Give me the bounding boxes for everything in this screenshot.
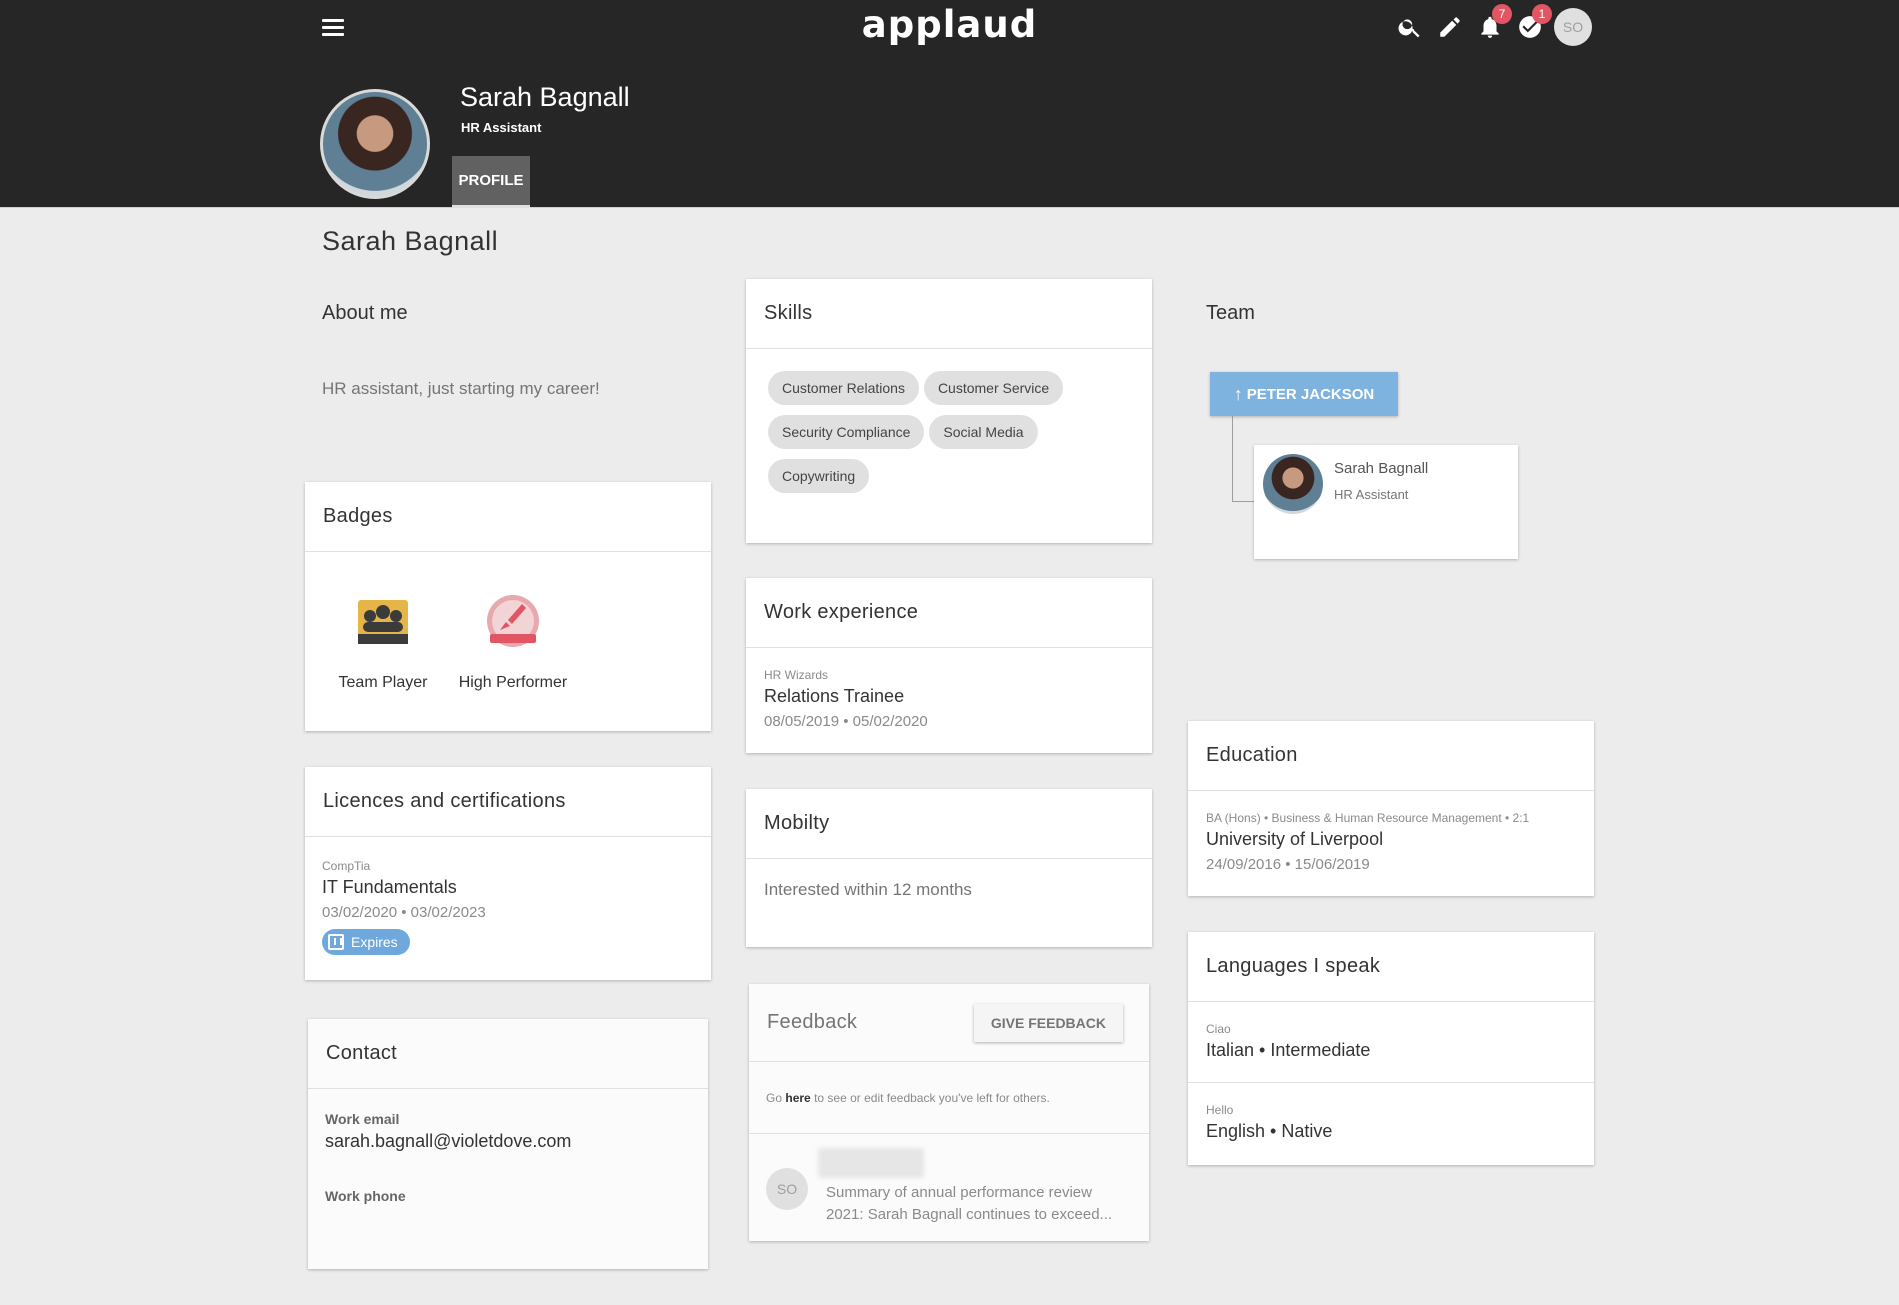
skills-card: Skills Customer Relations Customer Servic… bbox=[746, 279, 1152, 543]
mobility-card: Mobilty Interested within 12 months bbox=[746, 789, 1152, 947]
about-me-text: HR assistant, just starting my career! bbox=[322, 379, 600, 398]
work-experience-card: Work experience HR Wizards Relations Tra… bbox=[746, 578, 1152, 753]
expires-label: Expires bbox=[351, 934, 398, 950]
language-name: Italian • Intermediate bbox=[1206, 1040, 1371, 1060]
work-position: Relations Trainee bbox=[764, 686, 905, 706]
profile-header: applaud 7 1 SO Sarah Bagnall HR Assistan… bbox=[0, 0, 1899, 208]
education-school: University of Liverpool bbox=[1206, 829, 1384, 849]
about-me-title: About me bbox=[322, 302, 408, 324]
language-item: Ciao Italian • Intermediate bbox=[1188, 1002, 1594, 1083]
licences-title: Licences and certifications bbox=[305, 767, 711, 837]
work-experience-title: Work experience bbox=[746, 578, 1152, 648]
high-performer-badge-icon bbox=[487, 595, 539, 647]
work-email-label: Work email bbox=[325, 1111, 400, 1127]
languages-title: Languages I speak bbox=[1188, 932, 1594, 1002]
education-dates: 24/09/2016 • 15/06/2019 bbox=[1206, 856, 1370, 873]
team-tree-line bbox=[1232, 501, 1254, 502]
feedback-summary-line1: Summary of annual performance review bbox=[826, 1184, 1092, 1201]
header-actions: 7 1 SO bbox=[1390, 4, 1592, 46]
notifications-count-badge: 7 bbox=[1492, 4, 1512, 24]
licence-dates: 03/02/2020 • 03/02/2023 bbox=[322, 904, 486, 921]
team-player-badge-icon bbox=[358, 600, 408, 644]
team-member-name: Sarah Bagnall bbox=[1334, 460, 1429, 477]
team-member-avatar bbox=[1263, 454, 1323, 514]
skills-chip-list: Customer Relations Customer Service Securi… bbox=[746, 349, 1086, 503]
expires-pill[interactable]: Expires bbox=[322, 929, 410, 955]
work-dates: 08/05/2019 • 05/02/2020 bbox=[764, 713, 928, 730]
profile-photo bbox=[320, 89, 430, 199]
user-avatar[interactable]: SO bbox=[1554, 8, 1592, 46]
skill-chip[interactable]: Customer Relations bbox=[768, 371, 919, 405]
skill-chip[interactable]: Copywriting bbox=[768, 459, 870, 493]
arrow-up-icon: ↑ bbox=[1233, 383, 1243, 404]
language-name: English • Native bbox=[1206, 1121, 1333, 1141]
mobility-title: Mobilty bbox=[746, 789, 1152, 859]
skill-chip[interactable]: Customer Service bbox=[923, 371, 1064, 405]
badge-label: Team Player bbox=[338, 674, 428, 691]
feedback-blurred-author bbox=[818, 1148, 924, 1178]
licence-issuer: CompTia bbox=[322, 859, 371, 873]
badges-title: Badges bbox=[305, 482, 711, 552]
feedback-hint-suffix: to see or edit feedback you've left for … bbox=[814, 1090, 1050, 1105]
team-title: Team bbox=[1206, 302, 1255, 324]
licence-name: IT Fundamentals bbox=[322, 877, 457, 897]
education-degree: BA (Hons) • Business & Human Resource Ma… bbox=[1206, 811, 1530, 825]
team-member-card[interactable]: Sarah Bagnall HR Assistant bbox=[1254, 445, 1518, 559]
education-card: Education BA (Hons) • Business & Human R… bbox=[1188, 721, 1594, 896]
notifications-bell-icon[interactable]: 7 bbox=[1470, 4, 1512, 46]
feedback-entry[interactable]: SO Summary of annual performance review … bbox=[749, 1134, 1149, 1226]
tab-profile[interactable]: PROFILE bbox=[452, 156, 530, 208]
manager-name: PETER JACKSON bbox=[1246, 385, 1375, 403]
profile-name: Sarah Bagnall bbox=[460, 82, 630, 112]
work-company: HR Wizards bbox=[764, 668, 829, 682]
licence-entry: CompTia IT Fundamentals 03/02/2020 • 03/… bbox=[305, 837, 711, 955]
mobility-text: Interested within 12 months bbox=[764, 880, 972, 899]
badge-high-performer[interactable]: High Performer bbox=[458, 594, 568, 692]
work-email-value[interactable]: sarah.bagnall@violetdove.com bbox=[325, 1131, 691, 1152]
team-tree-line bbox=[1232, 416, 1233, 502]
edit-pencil-icon[interactable] bbox=[1430, 8, 1470, 46]
contact-title: Contact bbox=[308, 1019, 708, 1089]
calendar-icon bbox=[328, 934, 344, 950]
skill-chip[interactable]: Social Media bbox=[929, 415, 1038, 449]
contact-card: Contact Work email sarah.bagnall@violetd… bbox=[308, 1019, 708, 1269]
badges-card: Badges Team Player High Performer bbox=[305, 482, 711, 731]
feedback-summary-line2: 2021: Sarah Bagnall continues to exceed.… bbox=[826, 1206, 1113, 1223]
language-greeting: Hello bbox=[1206, 1103, 1234, 1117]
app-logo[interactable]: applaud bbox=[0, 0, 1899, 50]
feedback-hint: Go here to see or edit feedback you've l… bbox=[749, 1062, 1149, 1134]
work-phone-label: Work phone bbox=[325, 1188, 406, 1204]
language-greeting: Ciao bbox=[1206, 1022, 1231, 1036]
education-title: Education bbox=[1188, 721, 1594, 791]
language-item: Hello English • Native bbox=[1188, 1083, 1594, 1142]
team-member-role: HR Assistant bbox=[1334, 487, 1409, 502]
feedback-hint-prefix: Go bbox=[766, 1090, 783, 1105]
give-feedback-button[interactable]: GIVE FEEDBACK bbox=[973, 1004, 1123, 1042]
badge-label: High Performer bbox=[458, 674, 568, 691]
feedback-here-link[interactable]: here bbox=[785, 1091, 810, 1105]
languages-card: Languages I speak Ciao Italian • Interme… bbox=[1188, 932, 1594, 1165]
page-title: Sarah Bagnall bbox=[322, 226, 499, 256]
search-icon[interactable] bbox=[1390, 8, 1430, 46]
badge-team-player[interactable]: Team Player bbox=[328, 594, 438, 692]
skill-chip[interactable]: Security Compliance bbox=[768, 415, 925, 449]
feedback-card: Feedback GIVE FEEDBACK Go here to see or… bbox=[749, 984, 1149, 1241]
profile-role: HR Assistant bbox=[461, 120, 542, 135]
tasks-check-icon[interactable]: 1 bbox=[1510, 4, 1552, 46]
tasks-count-badge: 1 bbox=[1532, 4, 1552, 24]
licences-card: Licences and certifications CompTia IT F… bbox=[305, 767, 711, 980]
feedback-author-avatar: SO bbox=[766, 1168, 808, 1210]
skills-title: Skills bbox=[746, 279, 1152, 349]
manager-button[interactable]: ↑ PETER JACKSON bbox=[1210, 372, 1398, 416]
